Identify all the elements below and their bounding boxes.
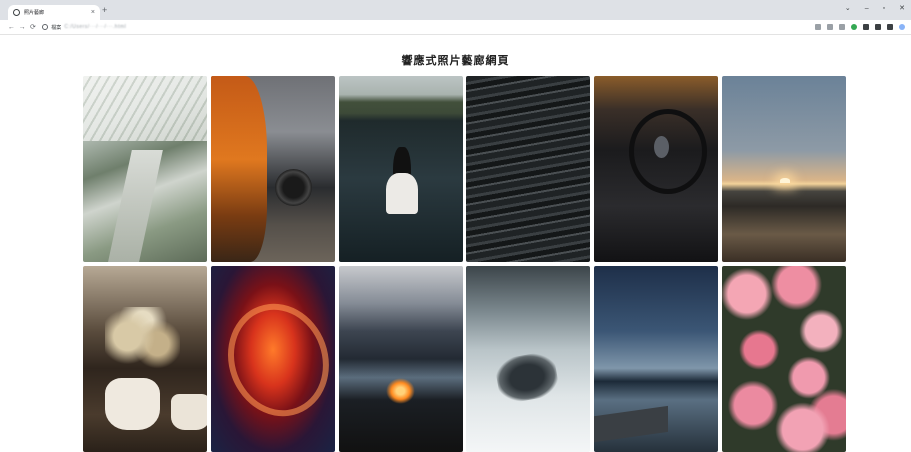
photo-woman-in-lake[interactable] [338,76,463,262]
sidebar-icon[interactable] [887,24,894,30]
avatar[interactable] [899,24,906,30]
photo-desert-sunset[interactable] [721,76,846,262]
photo-misty-mountain-rock[interactable] [466,266,591,452]
address-scheme-label: 檔案 [51,24,62,31]
window-controls: ⌄ – ▫ ✕ [845,5,905,12]
minimize-button[interactable]: – [865,5,869,12]
photo-gallery [83,76,846,452]
new-tab-button[interactable]: + [102,6,107,15]
photo-abstract-red-light[interactable] [210,266,335,452]
back-icon[interactable]: ← [6,24,17,31]
extension-puzzle-icon[interactable] [863,24,870,30]
shield-icon[interactable] [851,24,858,30]
close-icon[interactable]: × [91,9,95,16]
photo-pink-flowers[interactable] [721,266,846,452]
forward-icon[interactable]: → [17,24,28,31]
address-url[interactable]: C:/Users/···/···/···.html [64,24,126,30]
globe-icon [13,9,20,16]
photo-dried-flowers-vases[interactable] [83,266,207,452]
close-window-button[interactable]: ✕ [899,5,905,12]
star-icon[interactable] [827,24,834,30]
info-icon[interactable] [42,24,49,30]
photo-greenhouse[interactable] [83,76,207,262]
browser-toolbar: ← → ⟳ 檔案 C:/Users/···/···/···.html [0,20,911,35]
reload-icon[interactable]: ⟳ [28,24,39,31]
puzzle-icon[interactable] [875,24,882,30]
browser-tabstrip: 照片藝廊 × + ⌄ – ▫ ✕ [0,0,911,20]
address-bar[interactable]: 檔案 C:/Users/···/···/···.html [42,22,815,32]
photo-campfire-by-lake[interactable] [338,266,463,452]
browser-tab[interactable]: 照片藝廊 × [8,5,100,20]
extension-icon[interactable] [839,24,846,30]
page-title: 響應式照片藝廊網頁 [401,55,510,67]
tab-title: 照片藝廊 [24,10,45,16]
photo-dark-water-waves[interactable] [466,76,591,262]
chevron-down-icon[interactable]: ⌄ [845,5,851,12]
photo-lake-dock-dusk[interactable] [594,266,719,452]
photo-car-steering-wheel[interactable] [594,76,719,262]
maximize-button[interactable]: ▫ [883,5,885,12]
photo-orange-sports-car[interactable] [210,76,335,262]
toolbar-icons [815,24,906,30]
share-icon[interactable] [815,24,822,30]
